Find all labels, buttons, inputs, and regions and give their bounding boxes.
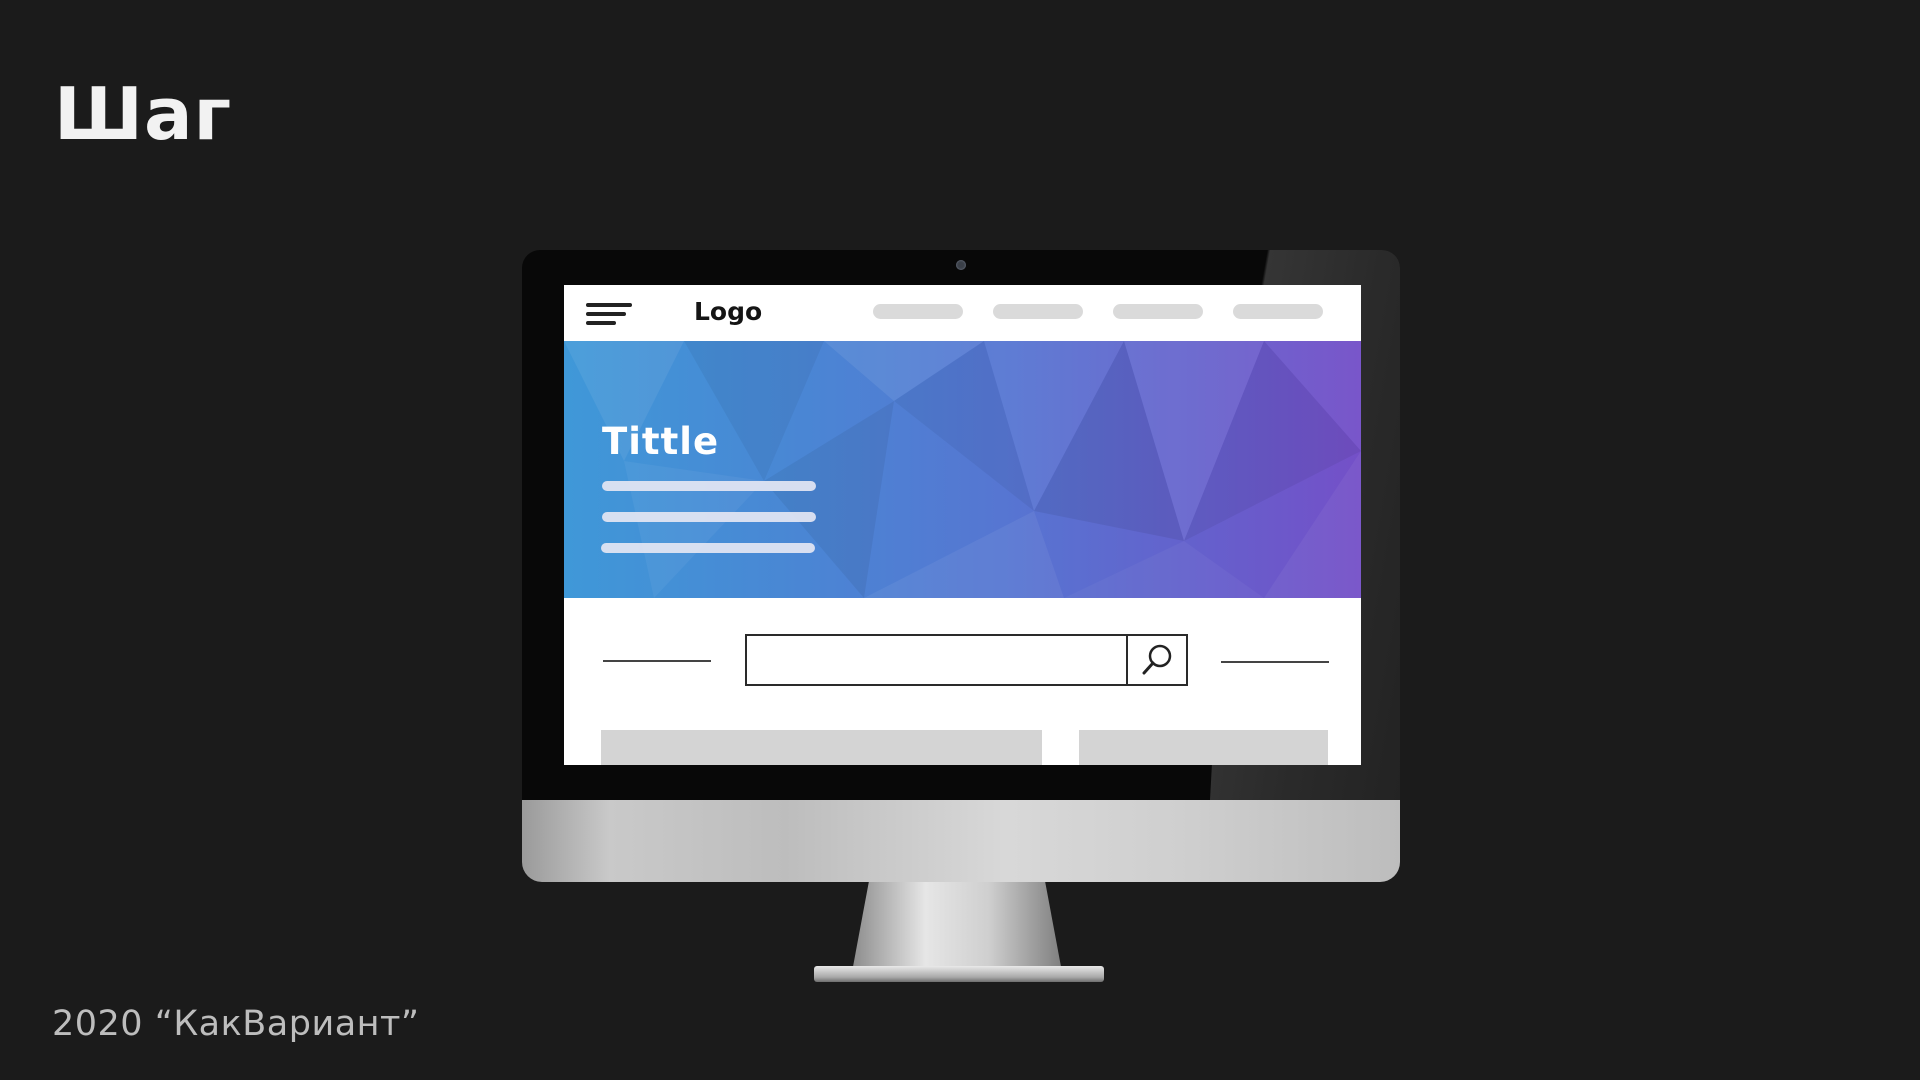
search-icon — [1142, 644, 1172, 675]
content-card-placeholder[interactable] — [601, 730, 1042, 765]
monitor-bezel: Logo Tittle — [522, 250, 1400, 800]
hero-text-line-placeholder — [601, 543, 815, 553]
slide-title: Шаг — [54, 72, 233, 156]
divider-line — [603, 660, 711, 662]
monitor-stand-neck — [852, 882, 1062, 972]
hamburger-menu-icon[interactable] — [586, 303, 634, 329]
nav-item-placeholder[interactable] — [1233, 304, 1323, 319]
camera-icon — [956, 260, 966, 270]
monitor-chin — [522, 800, 1400, 882]
nav-item-placeholder[interactable] — [993, 304, 1083, 319]
nav-item-placeholder[interactable] — [1113, 304, 1203, 319]
hero-banner: Tittle — [564, 341, 1361, 598]
content-card-placeholder[interactable] — [1079, 730, 1328, 765]
divider-line — [1221, 661, 1329, 663]
site-header: Logo — [564, 285, 1361, 341]
hero-text-line-placeholder — [602, 512, 816, 522]
search-input[interactable] — [745, 634, 1128, 686]
search-button[interactable] — [1126, 634, 1188, 686]
website-mockup: Logo Tittle — [564, 285, 1361, 765]
slide: Шаг Logo Tittle 2020 “КакВариант” — [0, 0, 1920, 1080]
monitor: Logo Tittle — [522, 250, 1400, 985]
nav-item-placeholder[interactable] — [873, 304, 963, 319]
site-logo[interactable]: Logo — [694, 297, 762, 326]
hero-polygon-pattern — [564, 341, 1361, 598]
hero-title: Tittle — [602, 420, 720, 463]
footer-copyright: 2020 “КакВариант” — [52, 1004, 420, 1044]
monitor-stand-foot — [814, 966, 1104, 982]
hero-text-line-placeholder — [602, 481, 816, 491]
